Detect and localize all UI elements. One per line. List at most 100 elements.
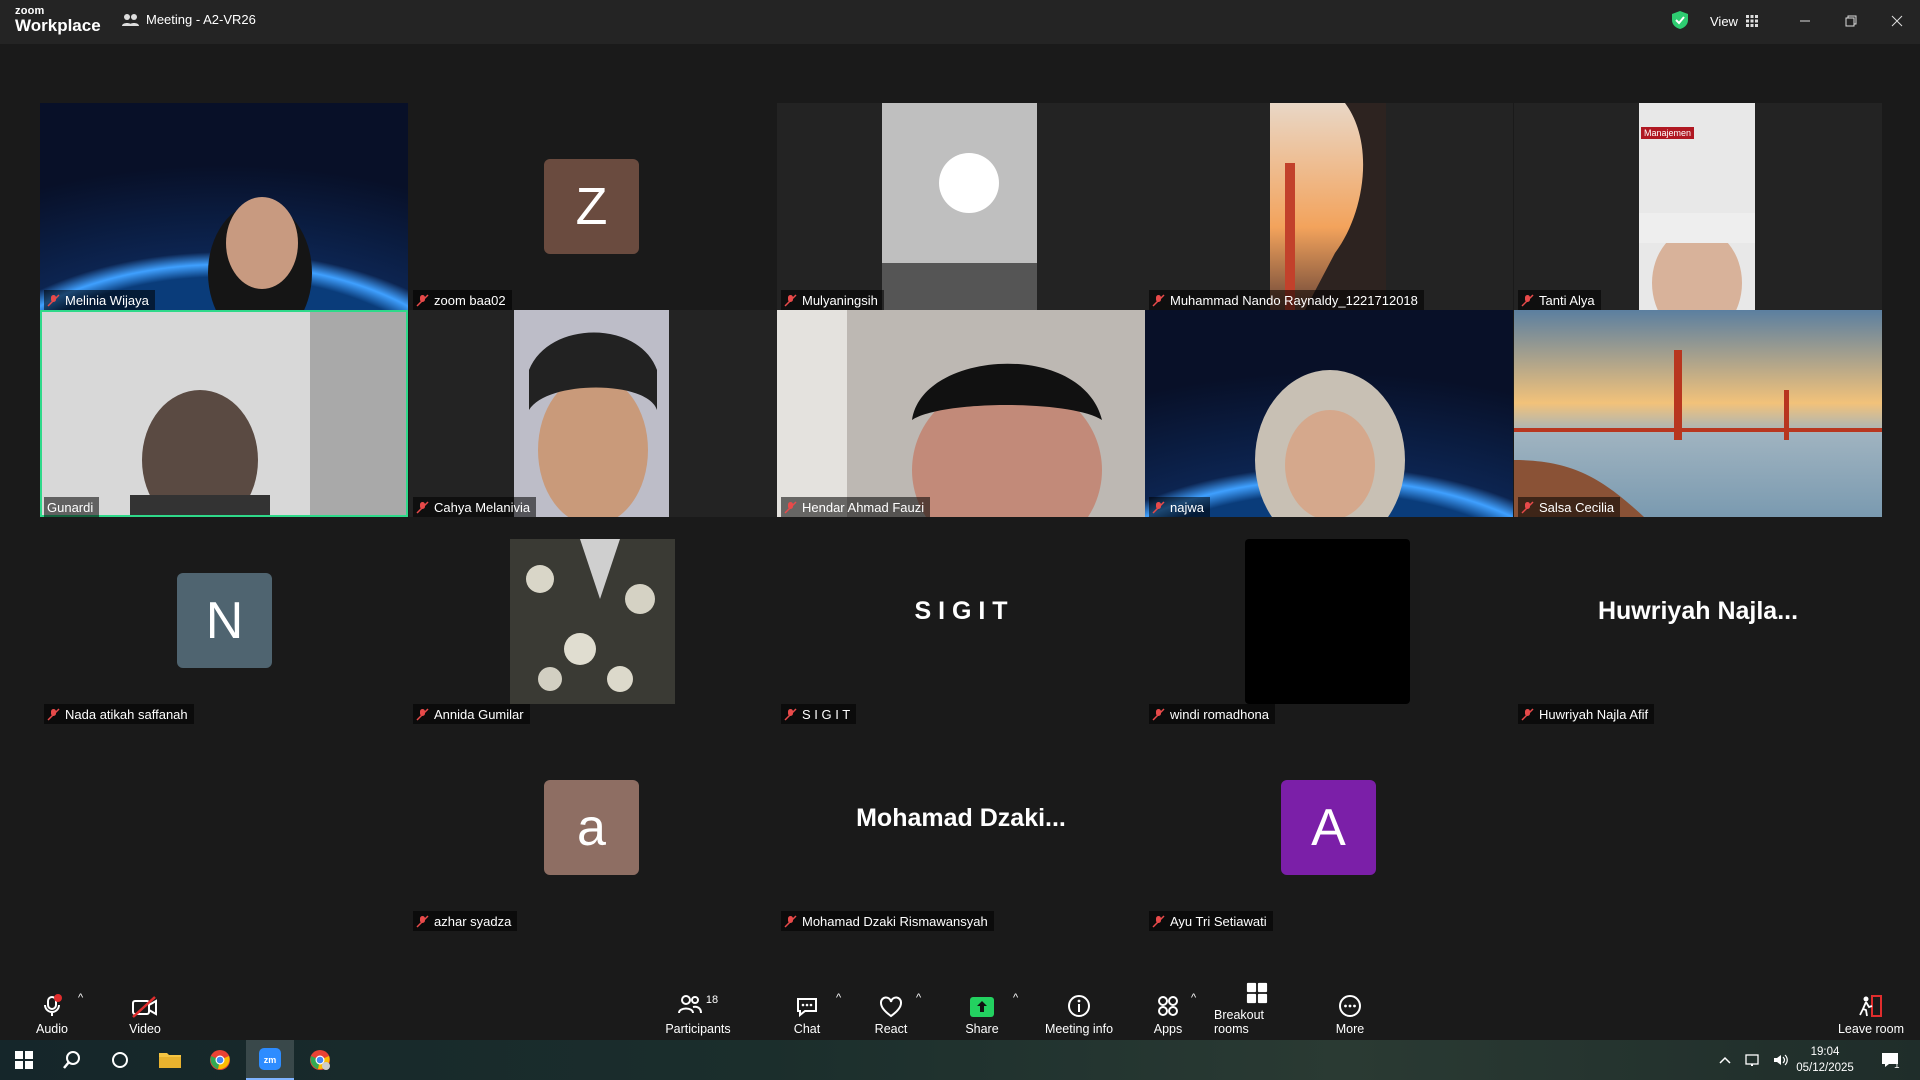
chrome-profile-button[interactable]: [296, 1040, 344, 1080]
avatar-letter: a: [577, 798, 606, 857]
more-label: More: [1335, 1022, 1365, 1036]
video-tile[interactable]: N Nada atikah saffanah: [40, 517, 408, 724]
muted-mic-icon: [784, 707, 797, 721]
video-label: Video: [129, 1022, 161, 1036]
network-button[interactable]: [1740, 1040, 1766, 1080]
react-button[interactable]: React: [870, 982, 912, 1038]
share-options-caret[interactable]: ^: [1013, 992, 1018, 1004]
heart-icon: [880, 996, 902, 1018]
video-tile[interactable]: Mohamad Dzaki... Mohamad Dzaki Rismawans…: [777, 724, 1145, 931]
folder-icon: [159, 1053, 181, 1068]
video-tile[interactable]: Melinia Wijaya: [40, 103, 408, 310]
participant-name-bar: najwa: [1149, 497, 1210, 517]
meeting-info-button[interactable]: Meeting info: [1042, 982, 1116, 1038]
muted-mic-icon: [1521, 707, 1534, 721]
participant-name: Nada atikah saffanah: [65, 706, 188, 722]
video-tile[interactable]: windi romadhona: [1145, 517, 1513, 724]
participants-button[interactable]: 18 Participants: [660, 982, 736, 1038]
shield-icon[interactable]: [1671, 10, 1689, 30]
notifications-button[interactable]: 1: [1872, 1040, 1908, 1080]
zoom-taskbar-button[interactable]: zm: [246, 1040, 294, 1080]
restore-button[interactable]: [1836, 8, 1866, 34]
network-icon: [1745, 1054, 1759, 1066]
participant-name: Mohamad Dzaki Rismawansyah: [802, 913, 988, 929]
participant-name: Mulyaningsih: [802, 292, 878, 308]
audio-options-caret[interactable]: ^: [78, 992, 83, 1004]
taskbar-clock[interactable]: 19:04 05/12/2025: [1790, 1044, 1860, 1076]
breakout-rooms-icon: [1246, 982, 1268, 1004]
react-options-caret[interactable]: ^: [916, 992, 921, 1004]
share-screen-icon: [970, 997, 994, 1017]
minimize-button[interactable]: [1790, 8, 1820, 34]
more-button[interactable]: More: [1330, 982, 1370, 1038]
participants-count: 18: [705, 994, 719, 1006]
audio-button[interactable]: Audio: [30, 982, 74, 1038]
participant-name: Melinia Wijaya: [65, 292, 149, 308]
profile-picture: [510, 539, 675, 704]
clock-time: 19:04: [1810, 1046, 1840, 1058]
search-icon: [63, 1051, 80, 1069]
muted-mic-icon: [1152, 500, 1165, 514]
participant-name: Annida Gumilar: [434, 706, 524, 722]
video-tile[interactable]: najwa: [1145, 310, 1513, 517]
muted-mic-icon: [1521, 293, 1534, 307]
video-tile[interactable]: Annida Gumilar: [409, 517, 777, 724]
muted-mic-icon: [784, 500, 797, 514]
video-tile[interactable]: A Ayu Tri Setiawati: [1145, 724, 1513, 931]
video-tile[interactable]: Salsa Cecilia: [1514, 310, 1882, 517]
participant-display-name: Huwriyah Najla...: [1597, 597, 1799, 625]
participant-name-bar: Melinia Wijaya: [44, 290, 155, 310]
avatar-letter: Z: [575, 177, 608, 236]
file-explorer-button[interactable]: [146, 1040, 194, 1080]
chrome-button[interactable]: [196, 1040, 244, 1080]
video-tile[interactable]: Hendar Ahmad Fauzi: [777, 310, 1145, 517]
participant-name: azhar syadza: [434, 913, 512, 929]
taskbar-search-button[interactable]: [48, 1040, 96, 1080]
participant-display-name: S I G I T: [914, 597, 1008, 625]
video-tile[interactable]: S I G I T S I G I T: [777, 517, 1145, 724]
participant-name-bar: Gunardi: [44, 497, 100, 517]
video-tile[interactable]: Cahya Melanivia: [409, 310, 777, 517]
video-tile-active-speaker[interactable]: Gunardi: [40, 310, 408, 517]
participant-video: [1145, 103, 1513, 310]
info-icon: [1068, 995, 1090, 1017]
chat-options-caret[interactable]: ^: [836, 992, 841, 1004]
close-icon: [1891, 15, 1903, 27]
grid-icon: [1745, 15, 1758, 27]
avatar: Z: [544, 159, 639, 254]
participant-name: Muhammad Nando Raynaldy_1221712018: [1170, 292, 1418, 308]
video-tile[interactable]: Z zoom baa02: [409, 103, 777, 310]
view-button[interactable]: View: [1700, 8, 1768, 34]
share-button[interactable]: Share: [962, 982, 1002, 1038]
participants-icon: [677, 995, 702, 1014]
close-button[interactable]: [1882, 8, 1912, 34]
video-button[interactable]: Video: [120, 982, 170, 1038]
leave-room-button[interactable]: Leave room: [1836, 982, 1906, 1038]
chat-label: Chat: [793, 1022, 821, 1036]
video-tile[interactable]: Huwriyah Najla... Huwriyah Najla Afif: [1514, 517, 1882, 724]
mic-muted-icon: [44, 994, 62, 1016]
video-tile[interactable]: Manajemen Tanti Alya: [1514, 103, 1882, 310]
windows-logo-icon: [15, 1051, 33, 1069]
muted-mic-icon: [1521, 500, 1534, 514]
view-label: View: [1710, 13, 1738, 29]
title-bar: zoom Workplace Meeting - A2-VR26 View: [0, 0, 1920, 44]
participant-name-bar: Salsa Cecilia: [1518, 497, 1621, 517]
chat-button[interactable]: Chat: [787, 982, 827, 1038]
video-tile[interactable]: a azhar syadza: [409, 724, 777, 931]
tile-overlay-text: Manajemen: [1641, 127, 1695, 139]
participant-video: [777, 310, 1145, 517]
react-label: React: [874, 1022, 908, 1036]
apps-button[interactable]: Apps: [1150, 982, 1186, 1038]
start-button[interactable]: [0, 1040, 48, 1080]
people-icon: [122, 13, 139, 26]
breakout-rooms-button[interactable]: Breakout rooms: [1214, 982, 1300, 1038]
apps-options-caret[interactable]: ^: [1191, 992, 1196, 1004]
video-tile[interactable]: Mulyaningsih: [777, 103, 1145, 310]
leave-room-icon: [1859, 995, 1882, 1017]
video-tile[interactable]: Muhammad Nando Raynaldy_1221712018: [1145, 103, 1513, 310]
chat-icon: [797, 998, 817, 1018]
participant-name: zoom baa02: [434, 292, 506, 308]
task-view-button[interactable]: [96, 1040, 144, 1080]
show-hidden-icons-button[interactable]: [1712, 1040, 1738, 1080]
